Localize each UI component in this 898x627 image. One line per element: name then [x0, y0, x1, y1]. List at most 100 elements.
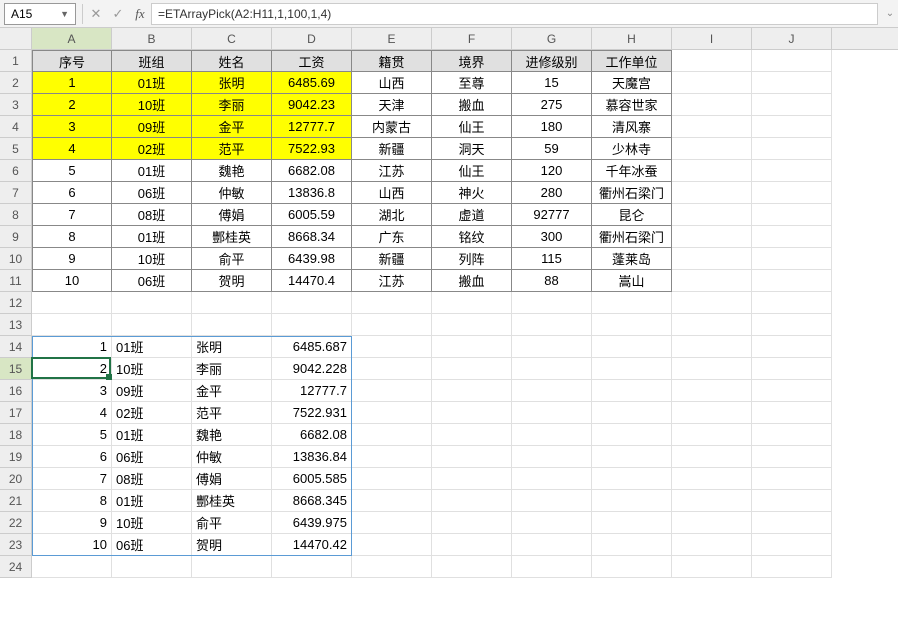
- cell[interactable]: 06班: [112, 446, 192, 468]
- cell[interactable]: 姓名: [192, 50, 272, 72]
- cell[interactable]: 工作单位: [592, 50, 672, 72]
- cell[interactable]: 张明: [192, 336, 272, 358]
- cell[interactable]: [752, 226, 832, 248]
- cell[interactable]: 14470.42: [272, 534, 352, 556]
- cell[interactable]: 275: [512, 94, 592, 116]
- cell[interactable]: 6: [32, 446, 112, 468]
- cell[interactable]: [432, 380, 512, 402]
- cell[interactable]: 06班: [112, 182, 192, 204]
- cell[interactable]: [352, 468, 432, 490]
- cell[interactable]: 天津: [352, 94, 432, 116]
- cell[interactable]: [672, 468, 752, 490]
- cell[interactable]: 8668.345: [272, 490, 352, 512]
- row-header[interactable]: 19: [0, 446, 32, 468]
- cell[interactable]: [432, 336, 512, 358]
- cell[interactable]: 09班: [112, 380, 192, 402]
- cell[interactable]: 2: [32, 358, 112, 380]
- cell[interactable]: 4: [32, 402, 112, 424]
- cell[interactable]: 180: [512, 116, 592, 138]
- cell[interactable]: [192, 292, 272, 314]
- cell[interactable]: 10班: [112, 512, 192, 534]
- cell[interactable]: 李丽: [192, 358, 272, 380]
- row-header[interactable]: 2: [0, 72, 32, 94]
- cell[interactable]: 120: [512, 160, 592, 182]
- cell[interactable]: [672, 534, 752, 556]
- cell[interactable]: [32, 292, 112, 314]
- cell[interactable]: 李丽: [192, 94, 272, 116]
- row-header[interactable]: 21: [0, 490, 32, 512]
- cell[interactable]: 92777: [512, 204, 592, 226]
- cell[interactable]: [592, 314, 672, 336]
- cell[interactable]: [672, 556, 752, 578]
- cell[interactable]: 6682.08: [272, 424, 352, 446]
- cell[interactable]: 59: [512, 138, 592, 160]
- cell[interactable]: 嵩山: [592, 270, 672, 292]
- cell[interactable]: [272, 314, 352, 336]
- cell[interactable]: [512, 556, 592, 578]
- cell[interactable]: 280: [512, 182, 592, 204]
- cell[interactable]: 铭纹: [432, 226, 512, 248]
- cell[interactable]: [752, 182, 832, 204]
- cell[interactable]: [512, 446, 592, 468]
- row-header[interactable]: 15: [0, 358, 32, 380]
- cell[interactable]: [192, 314, 272, 336]
- cell[interactable]: 衢州石梁门: [592, 226, 672, 248]
- cell[interactable]: 3: [32, 116, 112, 138]
- row-header[interactable]: 23: [0, 534, 32, 556]
- cell[interactable]: [192, 556, 272, 578]
- column-header[interactable]: E: [352, 28, 432, 49]
- cell[interactable]: 仲敏: [192, 446, 272, 468]
- cell[interactable]: 7522.931: [272, 402, 352, 424]
- cell[interactable]: [592, 380, 672, 402]
- cell[interactable]: [432, 534, 512, 556]
- cell[interactable]: 13836.8: [272, 182, 352, 204]
- cell[interactable]: [32, 314, 112, 336]
- formula-input[interactable]: =ETArrayPick(A2:H11,1,100,1,4): [151, 3, 878, 25]
- cell[interactable]: [672, 424, 752, 446]
- cell[interactable]: 01班: [112, 226, 192, 248]
- cell[interactable]: 01班: [112, 72, 192, 94]
- cell[interactable]: 10班: [112, 248, 192, 270]
- cell[interactable]: 清风寨: [592, 116, 672, 138]
- cell[interactable]: 范平: [192, 402, 272, 424]
- cell[interactable]: 班组: [112, 50, 192, 72]
- cell[interactable]: [752, 138, 832, 160]
- cell[interactable]: [112, 314, 192, 336]
- row-header[interactable]: 6: [0, 160, 32, 182]
- cell[interactable]: 9: [32, 512, 112, 534]
- cell[interactable]: [432, 446, 512, 468]
- column-header[interactable]: B: [112, 28, 192, 49]
- cell[interactable]: 01班: [112, 336, 192, 358]
- row-header[interactable]: 10: [0, 248, 32, 270]
- cell[interactable]: 酆桂英: [192, 490, 272, 512]
- cell[interactable]: 08班: [112, 468, 192, 490]
- cell[interactable]: [512, 468, 592, 490]
- cell[interactable]: 13836.84: [272, 446, 352, 468]
- cell[interactable]: [672, 248, 752, 270]
- cell[interactable]: [752, 50, 832, 72]
- cell[interactable]: 1: [32, 336, 112, 358]
- expand-formula-icon[interactable]: ⌄: [882, 8, 898, 19]
- chevron-down-icon[interactable]: ▼: [60, 9, 69, 19]
- cell[interactable]: 湖北: [352, 204, 432, 226]
- cell[interactable]: [592, 292, 672, 314]
- row-header[interactable]: 16: [0, 380, 32, 402]
- cell[interactable]: [672, 358, 752, 380]
- row-header[interactable]: 14: [0, 336, 32, 358]
- cell[interactable]: 1: [32, 72, 112, 94]
- cell[interactable]: 300: [512, 226, 592, 248]
- cell[interactable]: [672, 226, 752, 248]
- cell[interactable]: 天魔宫: [592, 72, 672, 94]
- cancel-icon[interactable]: ✕: [85, 3, 107, 25]
- cell[interactable]: 9: [32, 248, 112, 270]
- cell[interactable]: 7: [32, 204, 112, 226]
- cell[interactable]: [432, 468, 512, 490]
- cell[interactable]: [672, 512, 752, 534]
- cell[interactable]: 10班: [112, 94, 192, 116]
- cell[interactable]: [672, 116, 752, 138]
- cell[interactable]: [752, 534, 832, 556]
- row-header[interactable]: 9: [0, 226, 32, 248]
- cell[interactable]: [672, 336, 752, 358]
- cell[interactable]: 10: [32, 534, 112, 556]
- cell[interactable]: 01班: [112, 490, 192, 512]
